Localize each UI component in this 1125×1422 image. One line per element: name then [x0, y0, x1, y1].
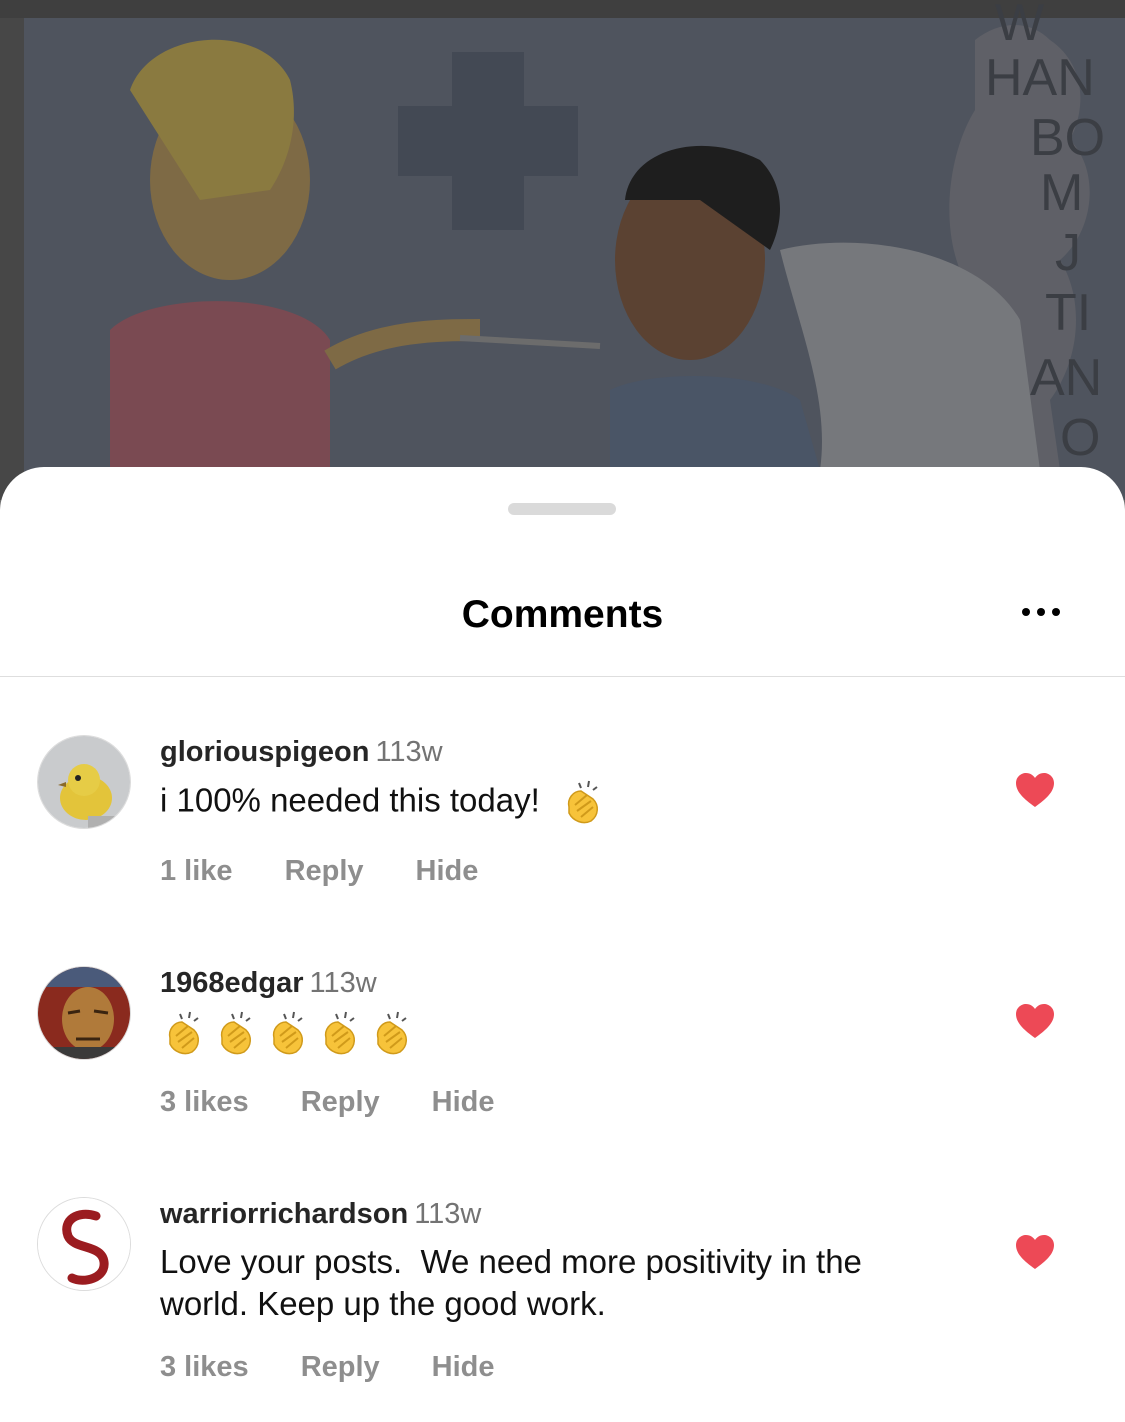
clapping-hands-icon: [272, 1011, 303, 1055]
avatar[interactable]: [37, 966, 131, 1060]
heart-like-icon[interactable]: [1014, 1233, 1056, 1271]
sheet-grabber-handle[interactable]: [508, 503, 616, 515]
sheet-header: Comments: [0, 557, 1125, 677]
comment-timestamp: 113w: [375, 736, 443, 768]
comments-sheet: Comments gloriouspigeon113w i 100% need: [0, 467, 1125, 1422]
clapping-hands-icon: [376, 1011, 407, 1055]
hide-button[interactable]: Hide: [416, 855, 479, 888]
avatar[interactable]: [37, 1197, 131, 1291]
hide-button[interactable]: Hide: [432, 1086, 495, 1119]
clap-emoji-icon: [559, 779, 607, 827]
svg-text:AN: AN: [1030, 349, 1102, 407]
comment-text: Love your posts. We need more positivity…: [160, 1243, 872, 1322]
svg-text:W: W: [995, 0, 1044, 52]
s-logo-avatar-icon: [38, 1198, 130, 1290]
post-image-background: W HAN BO M J TI AN O: [0, 0, 1125, 500]
more-dot: [1052, 608, 1060, 616]
svg-text:M: M: [1040, 164, 1083, 222]
sheet-title: Comments: [461, 593, 664, 636]
reply-button[interactable]: Reply: [301, 1351, 380, 1384]
clap-emoji-row: [160, 1010, 416, 1058]
comment-likes-count[interactable]: 1 like: [160, 855, 233, 888]
svg-text:HAN: HAN: [985, 49, 1095, 107]
reply-button[interactable]: Reply: [301, 1086, 380, 1119]
more-horizontal-icon: [1022, 608, 1030, 616]
comment-text: i 100% needed this today!: [160, 779, 960, 827]
comment-timestamp: 113w: [309, 967, 377, 999]
avatar[interactable]: [37, 735, 131, 829]
heart-like-icon[interactable]: [1014, 1002, 1056, 1040]
clapping-hands-icon: [324, 1011, 355, 1055]
comment-username[interactable]: warriorrichardson: [160, 1198, 408, 1230]
reply-button[interactable]: Reply: [285, 855, 364, 888]
svg-text:TI: TI: [1045, 284, 1091, 342]
svg-text:J: J: [1055, 224, 1081, 282]
clapping-hands-icon: [220, 1011, 251, 1055]
clapping-hands-icon: [567, 780, 598, 824]
clapping-hands-icon: [168, 1011, 199, 1055]
more-options-button[interactable]: [1010, 599, 1072, 625]
svg-text:BO: BO: [1030, 109, 1105, 167]
portrait-avatar-icon: [38, 967, 130, 1059]
svg-text:O: O: [1060, 409, 1100, 467]
more-dot: [1037, 608, 1045, 616]
bird-avatar-icon: [38, 736, 130, 828]
comment-username[interactable]: 1968edgar: [160, 967, 304, 999]
post-illustration: W HAN BO M J TI AN O: [0, 0, 1125, 500]
comment-username[interactable]: gloriouspigeon: [160, 736, 369, 768]
hide-button[interactable]: Hide: [432, 1351, 495, 1384]
comment-text: [160, 1010, 960, 1058]
comment-timestamp: 113w: [414, 1198, 482, 1230]
heart-like-icon[interactable]: [1014, 771, 1056, 809]
comment-text-content: i 100% needed this today!: [160, 781, 540, 819]
comment-likes-count[interactable]: 3 likes: [160, 1351, 249, 1384]
comment-likes-count[interactable]: 3 likes: [160, 1086, 249, 1119]
